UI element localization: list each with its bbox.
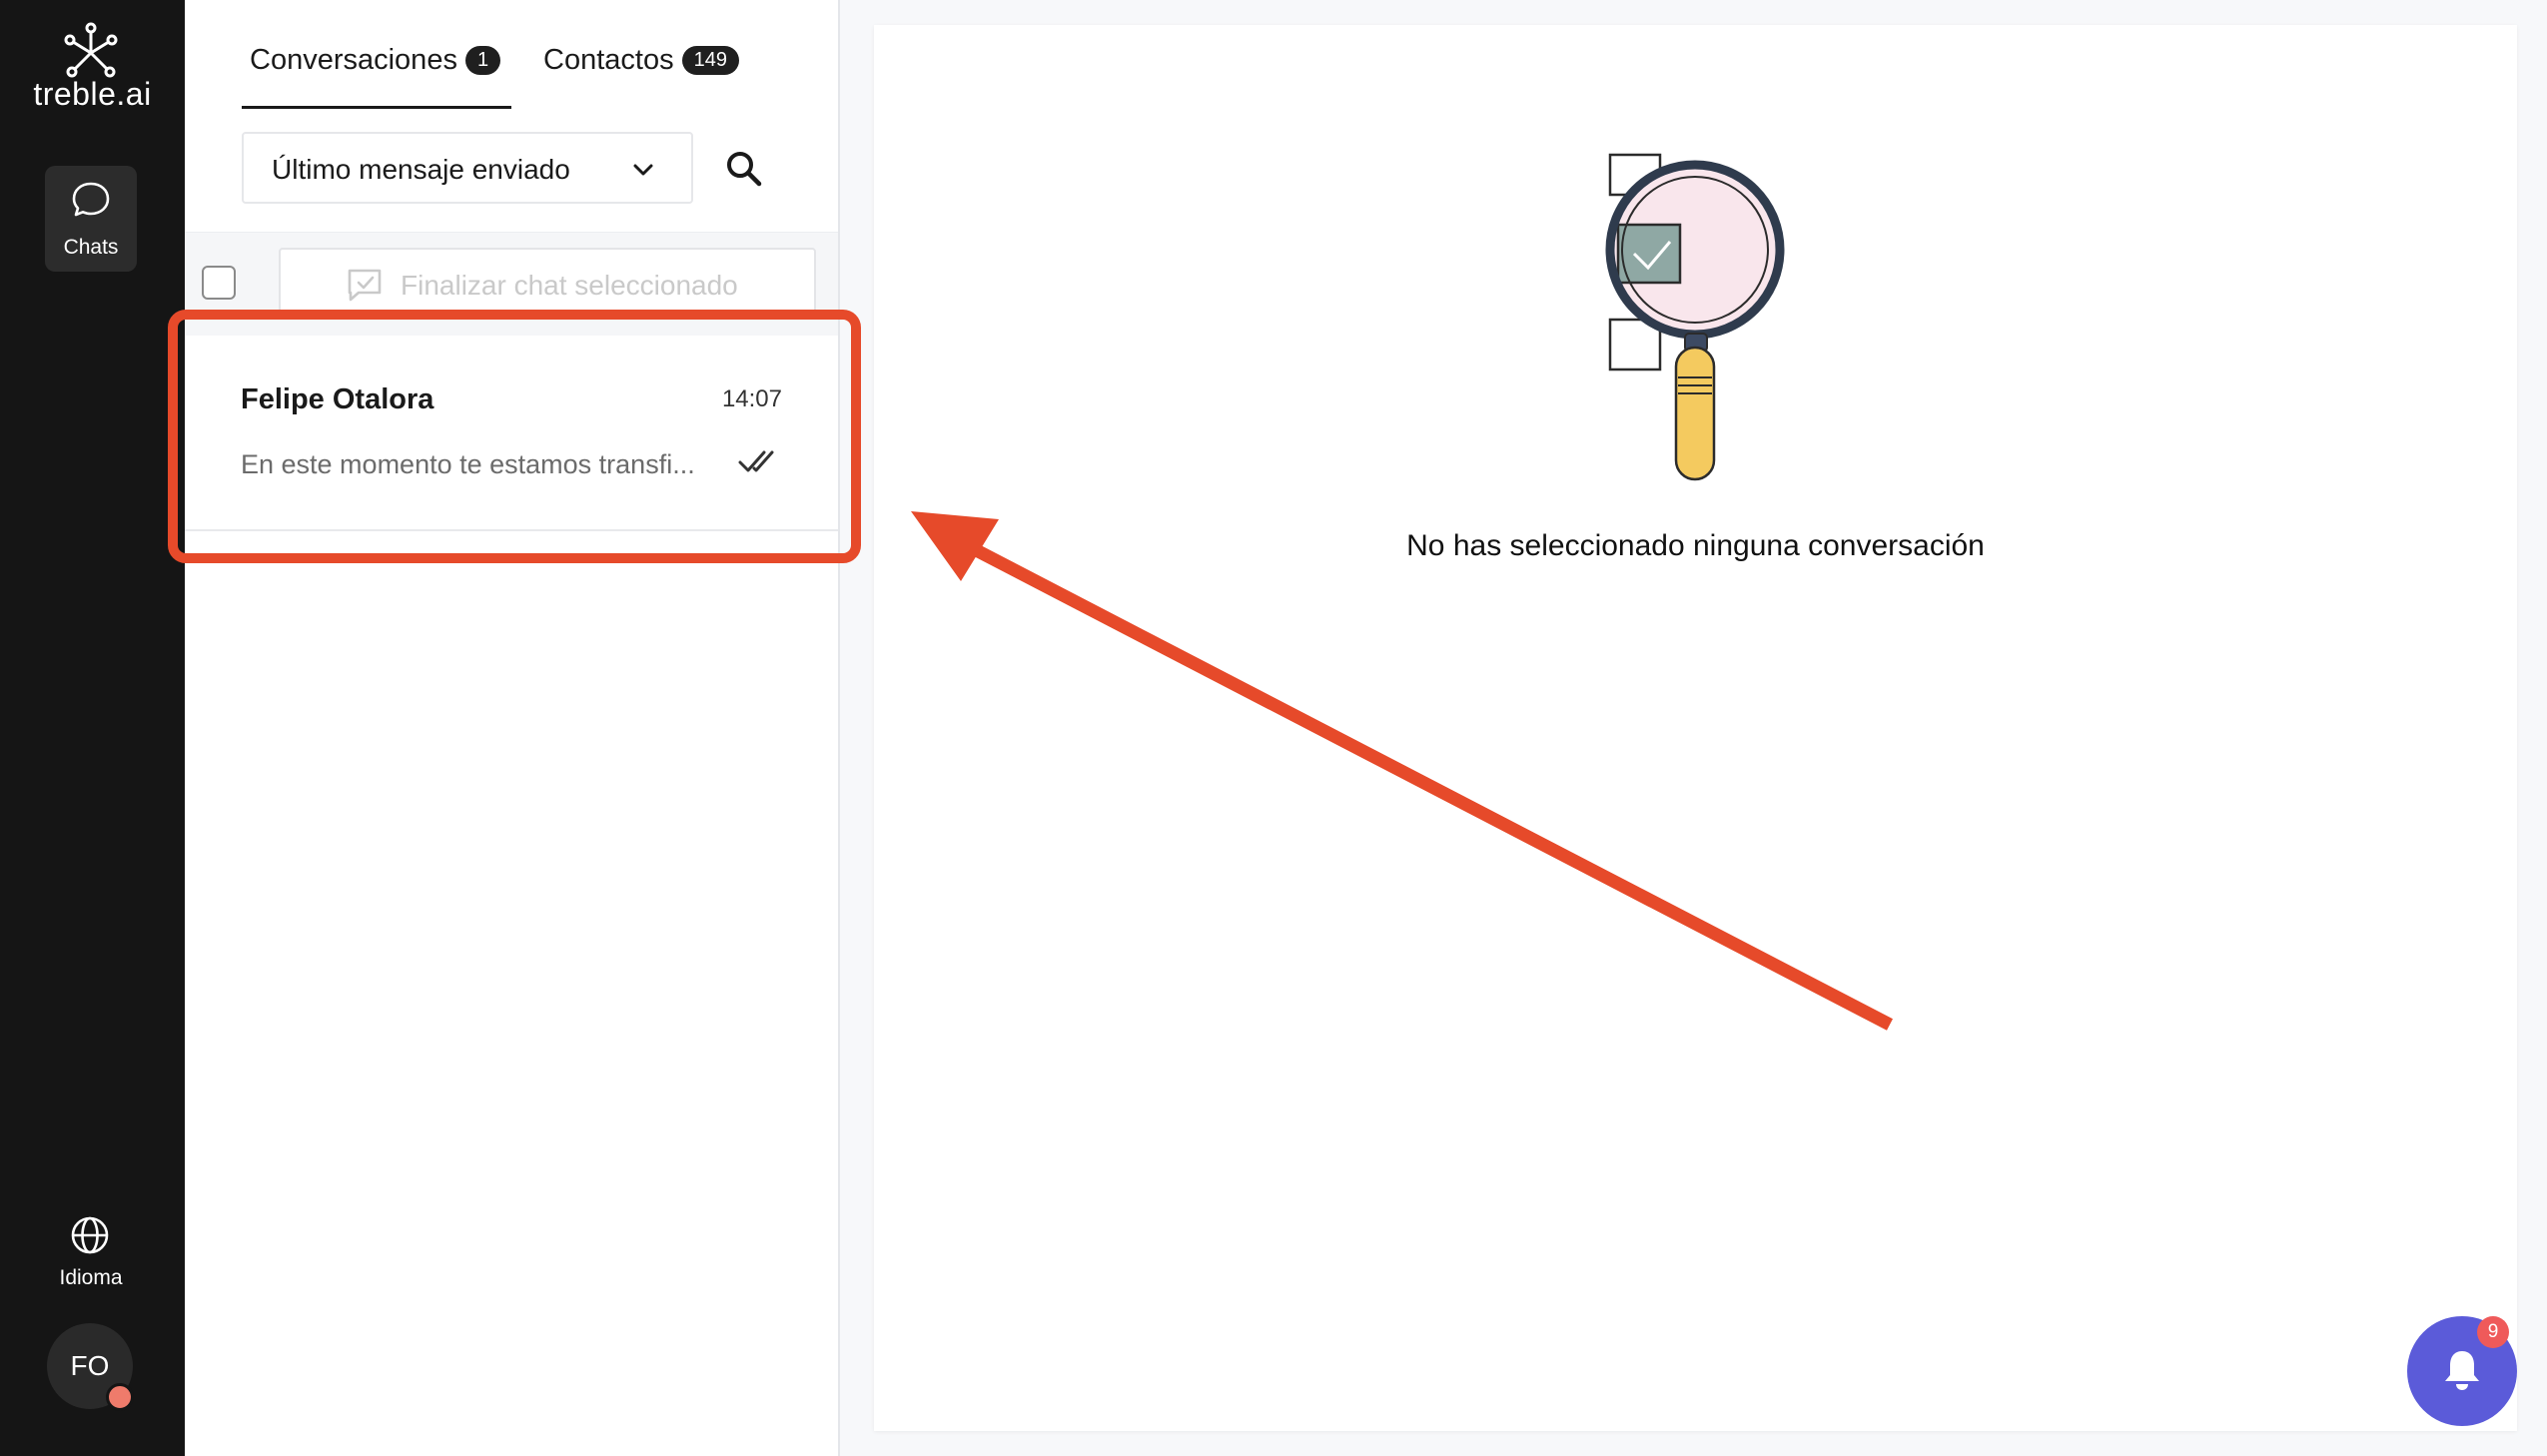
nav-chats[interactable]: Chats	[45, 166, 137, 272]
finalize-chat-icon	[348, 269, 382, 302]
active-tab-indicator	[242, 106, 511, 109]
globe-icon	[71, 1216, 109, 1254]
annotation-highlight	[168, 310, 861, 563]
conversation-list-panel	[185, 0, 840, 1456]
brand-name: treble.ai	[33, 76, 152, 112]
empty-state-message: No has seleccionado ninguna conversación	[1406, 529, 1985, 562]
bell-icon	[2445, 1351, 2479, 1390]
select-all-checkbox[interactable]	[202, 266, 236, 300]
count-badge: 149	[681, 46, 739, 75]
tab-contactos[interactable]: Contactos 149	[543, 44, 739, 77]
magnifier-illustration	[1605, 153, 1785, 481]
tab-label: Conversaciones	[250, 44, 457, 76]
search-button[interactable]	[723, 148, 765, 190]
status-indicator	[106, 1383, 134, 1411]
count-badge: 1	[464, 46, 501, 75]
nav-chats-label: Chats	[63, 236, 119, 259]
nav-language-label: Idioma	[59, 1266, 123, 1289]
sort-dropdown[interactable]: Último mensaje enviado	[242, 132, 693, 204]
tab-label: Contactos	[543, 44, 674, 76]
chat-bubble-icon	[72, 182, 110, 217]
chevron-down-icon	[633, 164, 653, 176]
tab-conversaciones[interactable]: Conversaciones 1	[250, 44, 501, 77]
nav-language[interactable]: Idioma	[35, 1208, 147, 1308]
notification-count-badge: 9	[2477, 1316, 2509, 1348]
sort-selected-value: Último mensaje enviado	[272, 154, 570, 185]
search-icon	[727, 152, 762, 187]
finalize-chat-label: Finalizar chat seleccionado	[401, 270, 738, 301]
